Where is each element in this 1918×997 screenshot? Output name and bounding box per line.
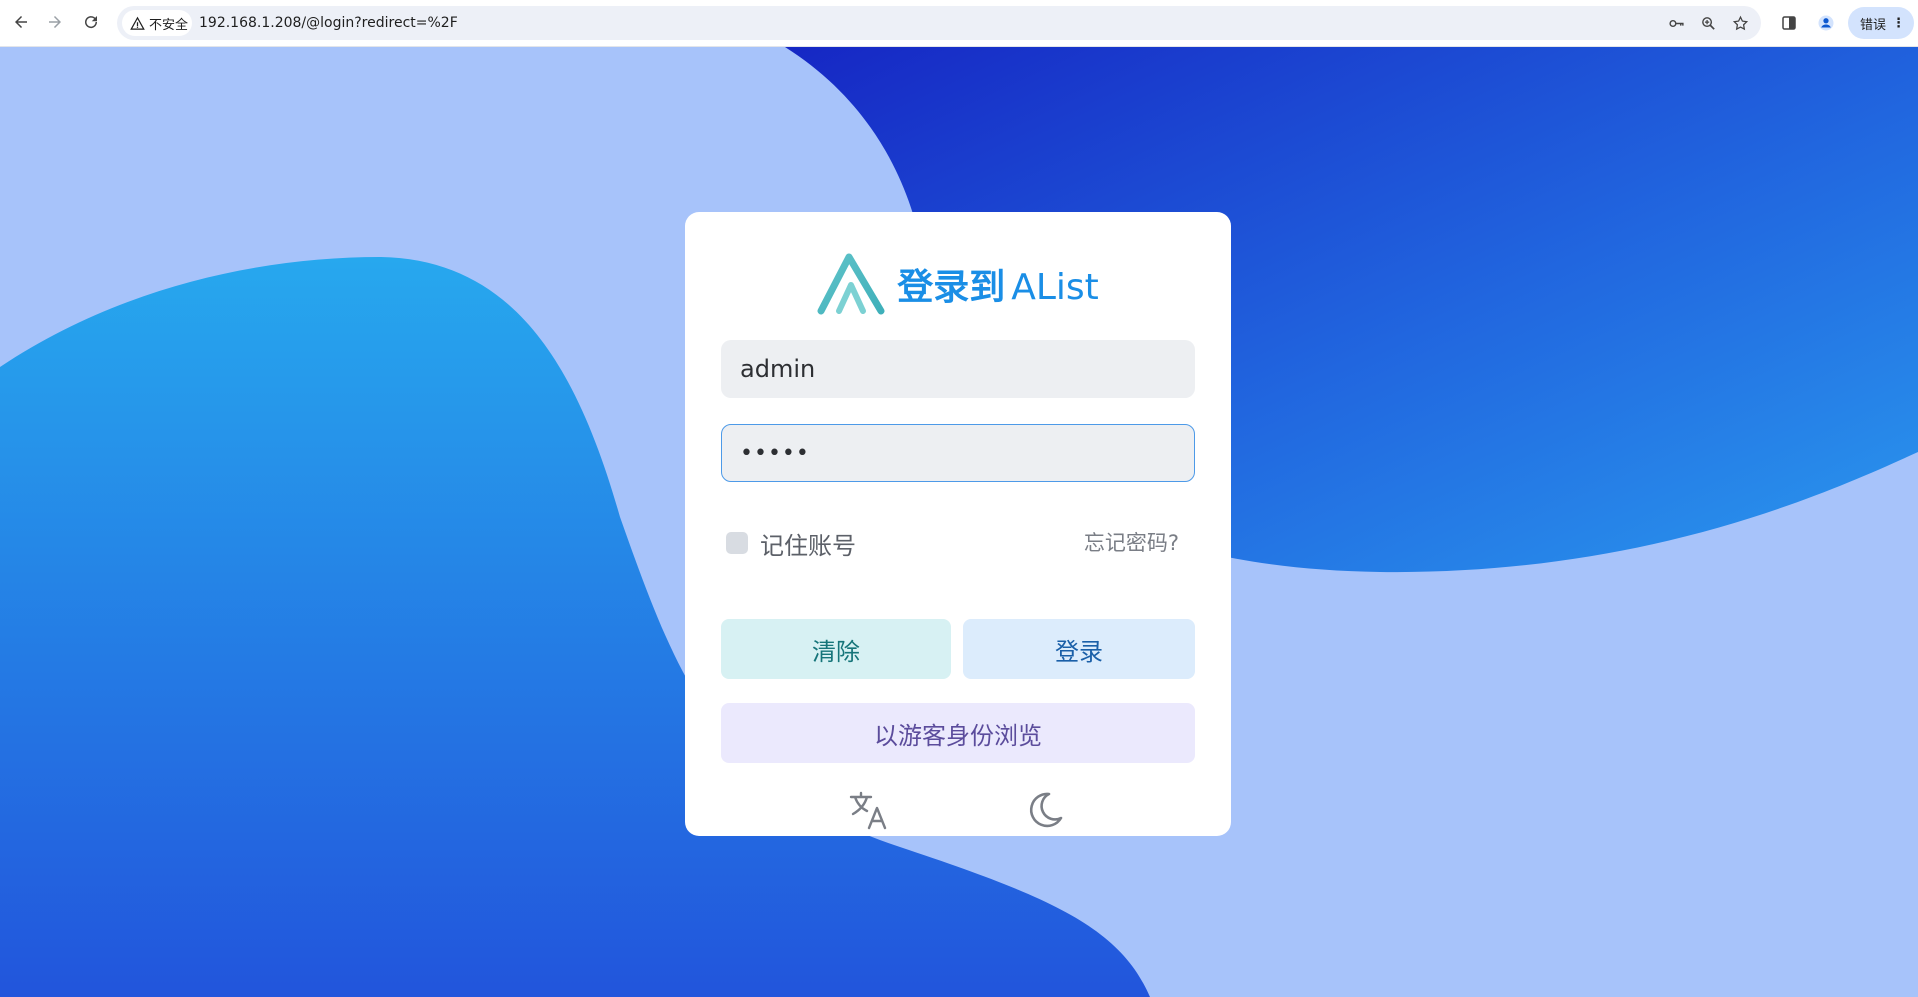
forward-icon (49, 16, 61, 28)
more-icon: ⋮ (1892, 15, 1906, 31)
guest-browse-button[interactable]: 以游客身份浏览 (721, 703, 1195, 763)
star-icon (1732, 15, 1748, 30)
back-icon (15, 16, 27, 28)
remember-label: 记住账号 (760, 531, 856, 560)
forward-button[interactable] (40, 7, 70, 37)
alist-logo-icon (817, 253, 885, 315)
key-icon (1668, 19, 1684, 27)
dark-mode-moon-icon (1029, 792, 1063, 828)
side-panel-icon (1782, 16, 1796, 30)
security-label: 不安全 (149, 17, 189, 33)
language-switch-button[interactable] (845, 786, 893, 834)
username-input[interactable]: admin (721, 340, 1195, 398)
login-title-text: 登录到 (897, 267, 1006, 308)
login-page: 登录到 AList admin ••••• 记住账号 忘记密码? 清除 登录 以游… (0, 47, 1918, 997)
error-label: 错误 (1860, 17, 1887, 33)
profile-button[interactable] (1811, 8, 1841, 38)
warning-icon (130, 16, 145, 30)
remember-checkbox[interactable] (726, 532, 748, 554)
password-value: ••••• (740, 440, 810, 466)
login-button[interactable]: 登录 (963, 619, 1195, 679)
password-input[interactable]: ••••• (721, 424, 1195, 482)
login-header: 登录到 AList (685, 252, 1231, 316)
brand-name: AList (1011, 267, 1099, 308)
security-chip[interactable]: 不安全 (122, 10, 192, 36)
browser-toolbar: 不安全 192.168.1.208/@login?redirect=%2F 错误… (0, 0, 1918, 47)
login-card: 登录到 AList admin ••••• 记住账号 忘记密码? 清除 登录 以游… (685, 212, 1231, 836)
side-panel-button[interactable] (1774, 8, 1804, 38)
address-bar[interactable]: 不安全 192.168.1.208/@login?redirect=%2F (117, 6, 1761, 40)
reload-icon (85, 16, 98, 29)
zoom-icon (1701, 16, 1715, 30)
password-key-button[interactable] (1665, 12, 1687, 34)
url-text[interactable]: 192.168.1.208/@login?redirect=%2F (199, 6, 458, 40)
username-value: admin (740, 355, 816, 383)
bookmark-button[interactable] (1729, 12, 1751, 34)
error-chip[interactable]: 错误 ⋮ (1848, 7, 1914, 39)
back-button[interactable] (6, 7, 36, 37)
translate-icon (849, 791, 887, 830)
zoom-button[interactable] (1697, 12, 1719, 34)
theme-toggle-button[interactable] (1021, 786, 1069, 834)
forgot-password-link[interactable]: 忘记密码? (1084, 528, 1179, 558)
remember-account[interactable]: 记住账号 (726, 528, 856, 560)
profile-icon (1818, 15, 1834, 31)
reload-button[interactable] (76, 7, 106, 37)
clear-button[interactable]: 清除 (721, 619, 951, 679)
login-title: 登录到 AList (897, 258, 1099, 310)
